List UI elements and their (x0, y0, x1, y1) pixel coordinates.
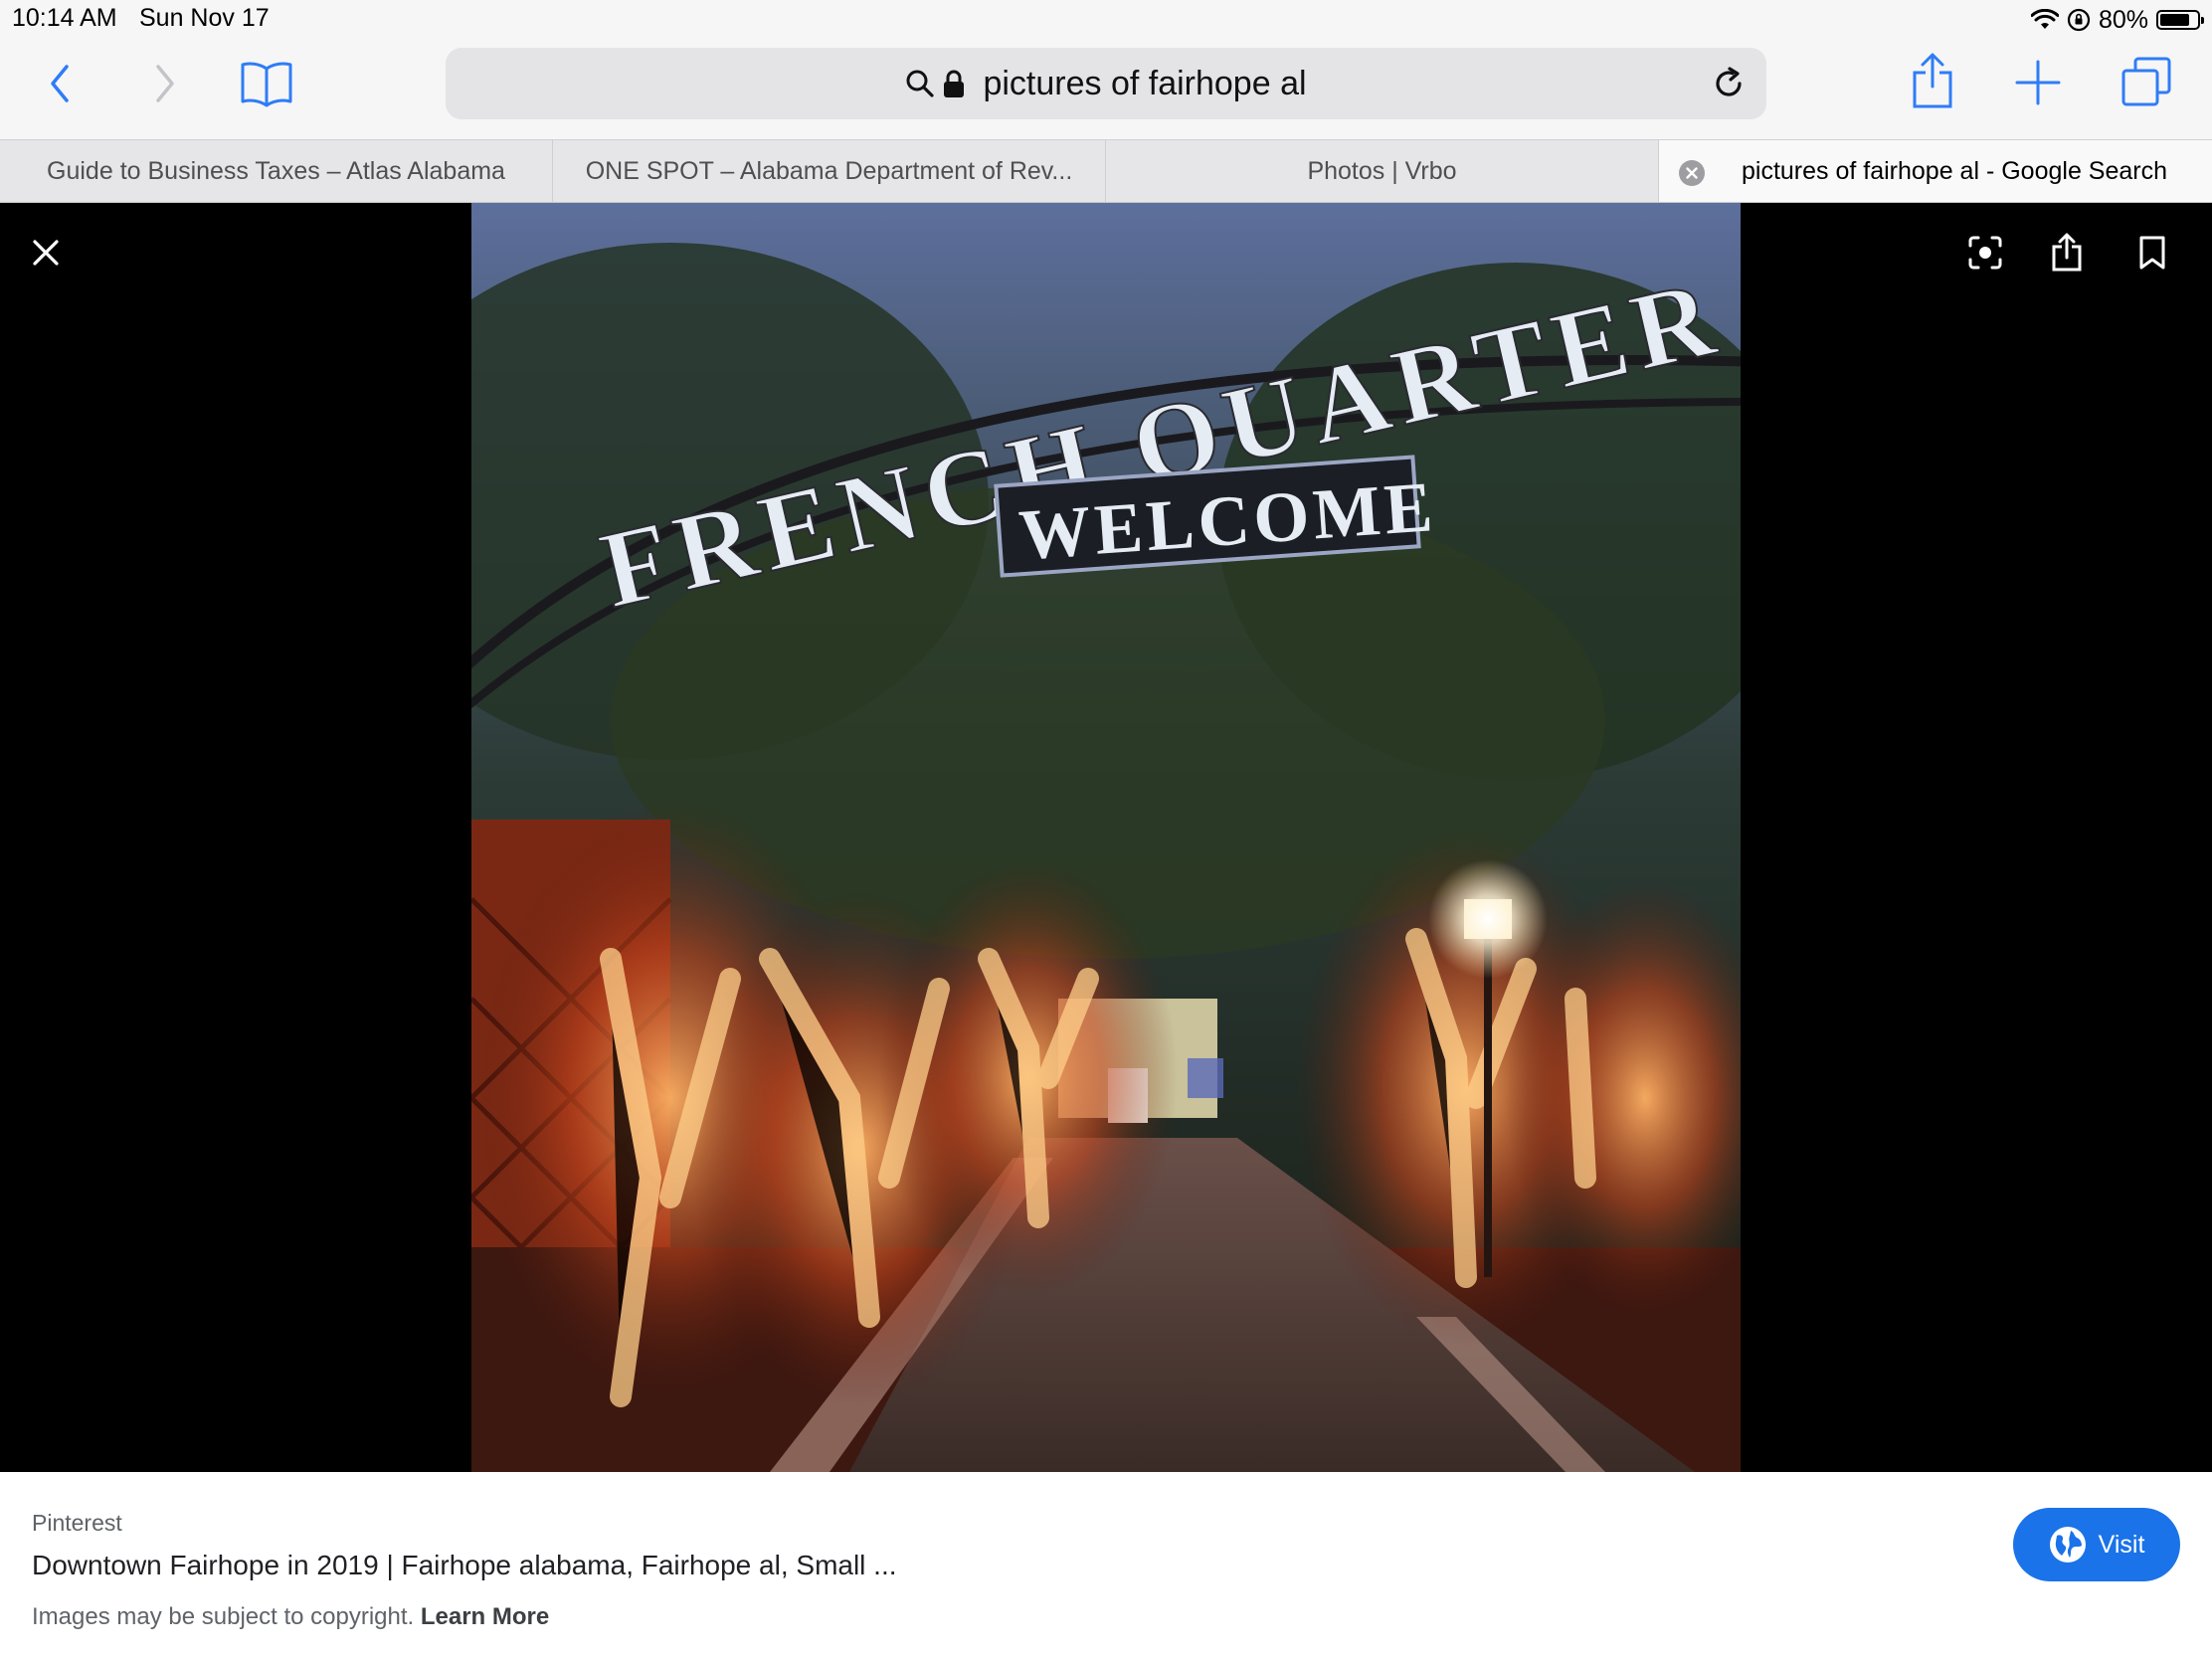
battery-percent: 80% (2098, 5, 2148, 34)
tab-google-search[interactable]: pictures of fairhope al - Google Search (1659, 140, 2212, 202)
search-icon (906, 70, 935, 97)
image-source[interactable]: Pinterest (32, 1510, 122, 1537)
close-tab-icon[interactable] (1679, 160, 1705, 186)
visit-button[interactable]: Visit (2013, 1508, 2180, 1581)
image-viewer: FRENCH QUARTER WELCOME (0, 203, 2212, 1472)
image-title[interactable]: Downtown Fairhope in 2019 | Fairhope ala… (32, 1550, 897, 1581)
tab-vrbo-photos[interactable]: Photos | Vrbo (1106, 140, 1659, 202)
address-text: pictures of fairhope al (983, 64, 1307, 102)
tab-bar: Guide to Business Taxes – Atlas Alabama … (0, 139, 2212, 203)
orientation-lock-icon (2067, 8, 2091, 32)
copyright-text: Images may be subject to copyright. (32, 1603, 415, 1630)
status-date: Sun Nov 17 (139, 4, 270, 32)
tab-alabama-revenue[interactable]: ONE SPOT – Alabama Department of Rev... (553, 140, 1106, 202)
image-info-panel: Pinterest Downtown Fairhope in 2019 | Fa… (0, 1472, 2212, 1659)
share-icon[interactable] (2047, 231, 2087, 275)
plus-icon[interactable] (2013, 58, 2063, 107)
chevron-right-icon[interactable] (145, 60, 185, 107)
tab-atlas-alabama[interactable]: Guide to Business Taxes – Atlas Alabama (0, 140, 553, 202)
tab-label: Photos | Vrbo (1307, 156, 1457, 185)
visit-label: Visit (2098, 1530, 2145, 1559)
globe-icon (2049, 1527, 2086, 1563)
status-indicators: 80% (2030, 4, 2204, 36)
lens-icon[interactable] (1965, 233, 2005, 273)
book-icon[interactable] (239, 56, 294, 111)
lock-icon (944, 70, 965, 97)
close-icon[interactable] (26, 233, 66, 273)
status-time: 10:14 AM (12, 4, 117, 32)
preview-image[interactable]: FRENCH QUARTER WELCOME (471, 203, 1741, 1472)
status-bar: 10:14 AM Sun Nov 17 80% (0, 0, 2212, 40)
learn-more-link[interactable]: Learn More (421, 1603, 549, 1630)
bookmark-icon[interactable] (2132, 233, 2172, 273)
copyright-notice: Images may be subject to copyright. Lear… (32, 1603, 549, 1631)
tab-label: Guide to Business Taxes – Atlas Alabama (47, 156, 505, 185)
share-icon[interactable] (1908, 52, 1957, 111)
reload-icon[interactable] (1711, 66, 1747, 101)
address-bar[interactable]: pictures of fairhope al (446, 48, 1766, 119)
battery-icon (2156, 10, 2204, 30)
browser-toolbar: pictures of fairhope al (0, 40, 2212, 139)
chevron-left-icon[interactable] (40, 60, 80, 107)
tab-label: ONE SPOT – Alabama Department of Rev... (585, 156, 1073, 185)
wifi-icon (2030, 9, 2059, 29)
tab-label: pictures of fairhope al - Google Search (1741, 156, 2167, 185)
tabs-icon[interactable] (2119, 54, 2174, 109)
